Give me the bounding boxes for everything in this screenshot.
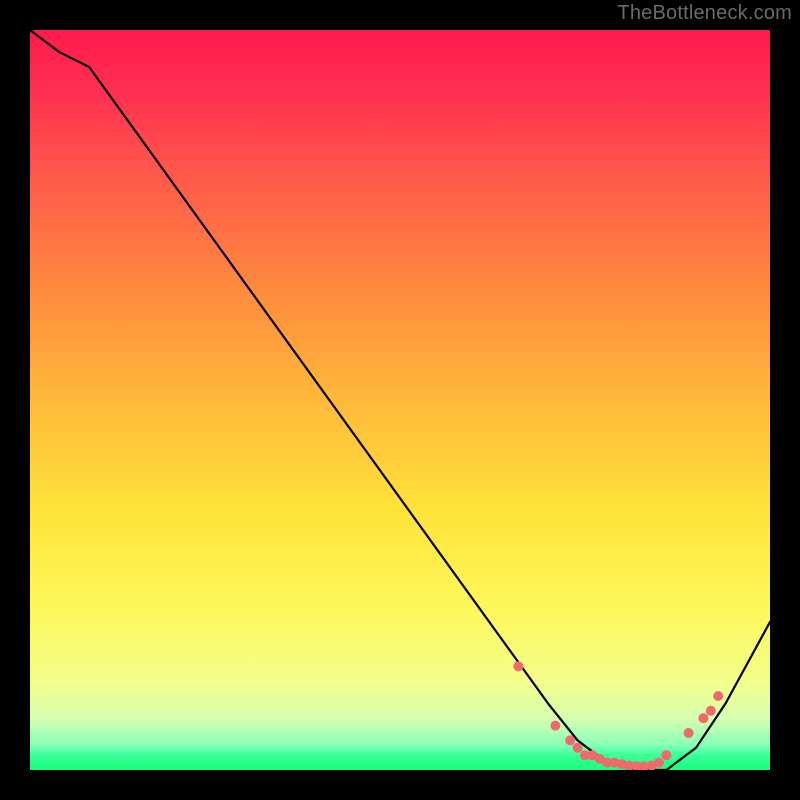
attribution-label: TheBottleneck.com	[617, 2, 792, 25]
highlight-dot	[513, 661, 523, 671]
highlight-dot	[661, 750, 671, 760]
highlight-dot	[684, 728, 694, 738]
chart-svg	[30, 30, 770, 770]
highlight-dots	[513, 661, 723, 770]
highlight-dot	[565, 735, 575, 745]
highlight-dot	[706, 706, 716, 716]
highlight-dot	[550, 721, 560, 731]
highlight-dot	[698, 713, 708, 723]
bottleneck-curve	[30, 30, 770, 770]
highlight-dot	[573, 743, 583, 753]
plot-area	[30, 30, 770, 770]
highlight-dot	[654, 758, 664, 768]
highlight-dot	[713, 691, 723, 701]
chart-frame: TheBottleneck.com	[0, 0, 800, 800]
